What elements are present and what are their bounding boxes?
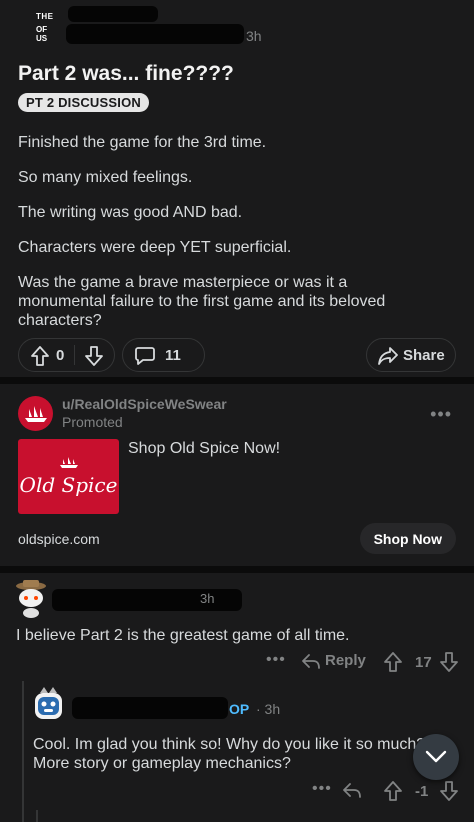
reply-actions: ••• -1: [0, 780, 474, 804]
post-card: THE OF US 3h Part 2 was... fine???? PT 2…: [0, 0, 474, 377]
comment-icon: [135, 346, 155, 366]
comment-more-button[interactable]: •••: [266, 651, 286, 669]
post-time: 3h: [246, 28, 262, 44]
subreddit-icon-text-top: THE: [36, 12, 54, 21]
ad-avatar[interactable]: [18, 396, 53, 431]
comment-text: I believe Part 2 is the greatest game of…: [16, 627, 350, 644]
next-comment-button[interactable]: [413, 734, 459, 780]
share-button[interactable]: Share: [366, 338, 456, 372]
post-body-paragraph: Characters were deep YET superficial.: [18, 239, 292, 256]
reply-upvote-icon[interactable]: [384, 781, 402, 806]
downvote-icon[interactable]: [85, 346, 103, 366]
reply-icon: [302, 653, 320, 669]
promoted-ad[interactable]: u/RealOldSpiceWeSwear Promoted ••• Old S…: [0, 384, 474, 566]
reply-label: Reply: [325, 652, 366, 669]
post-body-paragraph: Finished the game for the 3rd time.: [18, 134, 267, 151]
reply-score: -1: [415, 783, 429, 800]
ad-username[interactable]: u/RealOldSpiceWeSwear: [62, 396, 227, 412]
redacted-username: [68, 6, 158, 22]
ad-brand-logo: Old Spice: [19, 472, 118, 497]
reply-more-button[interactable]: •••: [312, 780, 332, 798]
post-header: THE OF US 3h: [18, 0, 456, 50]
op-badge: OP: [229, 701, 250, 717]
vote-divider: [74, 345, 75, 365]
comment-time: 3h: [200, 591, 215, 606]
commenter-avatar[interactable]: [14, 578, 48, 618]
redacted-subreddit: [66, 24, 244, 44]
reply-icon[interactable]: [343, 782, 361, 803]
comment-score: 17: [415, 654, 432, 671]
subreddit-icon-text-bottom: OF US: [36, 25, 48, 43]
redacted-op-name: [72, 697, 228, 719]
comment-thread: 3h I believe Part 2 is the greatest game…: [0, 573, 474, 822]
post-body-paragraph: So many mixed feelings.: [18, 169, 193, 186]
op-avatar[interactable]: [32, 685, 65, 723]
ship-icon: [59, 456, 78, 468]
ad-headline[interactable]: Shop Old Spice Now!: [128, 440, 280, 458]
comment-upvote-icon[interactable]: [384, 652, 402, 677]
promoted-label: Promoted: [62, 414, 123, 430]
vote-pill: 0: [18, 338, 115, 372]
reply-button[interactable]: Reply: [302, 652, 366, 669]
ship-icon: [24, 405, 47, 422]
shop-now-button[interactable]: Shop Now: [359, 523, 456, 554]
comment-count: 11: [165, 347, 181, 364]
nested-thread-line[interactable]: [36, 810, 38, 822]
post-actions: 0 11 Share: [18, 338, 456, 372]
share-icon: [378, 347, 398, 365]
post-body: Finished the game for the 3rd time. So m…: [18, 133, 418, 346]
upvote-icon[interactable]: [31, 346, 49, 366]
comment-actions: ••• Reply 17: [0, 651, 474, 675]
post-score: 0: [56, 347, 65, 364]
post-body-paragraph: Was the game a brave masterpiece or was …: [18, 274, 386, 329]
post-title[interactable]: Part 2 was... fine????: [18, 62, 234, 86]
comments-button[interactable]: 11: [122, 338, 205, 372]
comment-downvote-icon[interactable]: [440, 652, 458, 677]
chevron-down-icon: [425, 750, 447, 763]
reply-downvote-icon[interactable]: [440, 781, 458, 806]
share-label: Share: [403, 347, 445, 364]
post-body-paragraph: The writing was good AND bad.: [18, 204, 243, 221]
post-flair[interactable]: PT 2 DISCUSSION: [18, 93, 149, 112]
reply-text: Cool. Im glad you think so! Why do you l…: [33, 735, 428, 773]
ad-image[interactable]: Old Spice: [18, 439, 119, 514]
ad-domain[interactable]: oldspice.com: [18, 531, 100, 547]
reply-text-line: Cool. Im glad you think so! Why do you l…: [33, 736, 426, 753]
ad-menu-button[interactable]: •••: [430, 404, 452, 425]
subreddit-icon[interactable]: THE OF US: [36, 12, 58, 44]
reply-time: · 3h: [256, 701, 281, 717]
reply-text-line: More story or gameplay mechanics?: [33, 755, 291, 772]
